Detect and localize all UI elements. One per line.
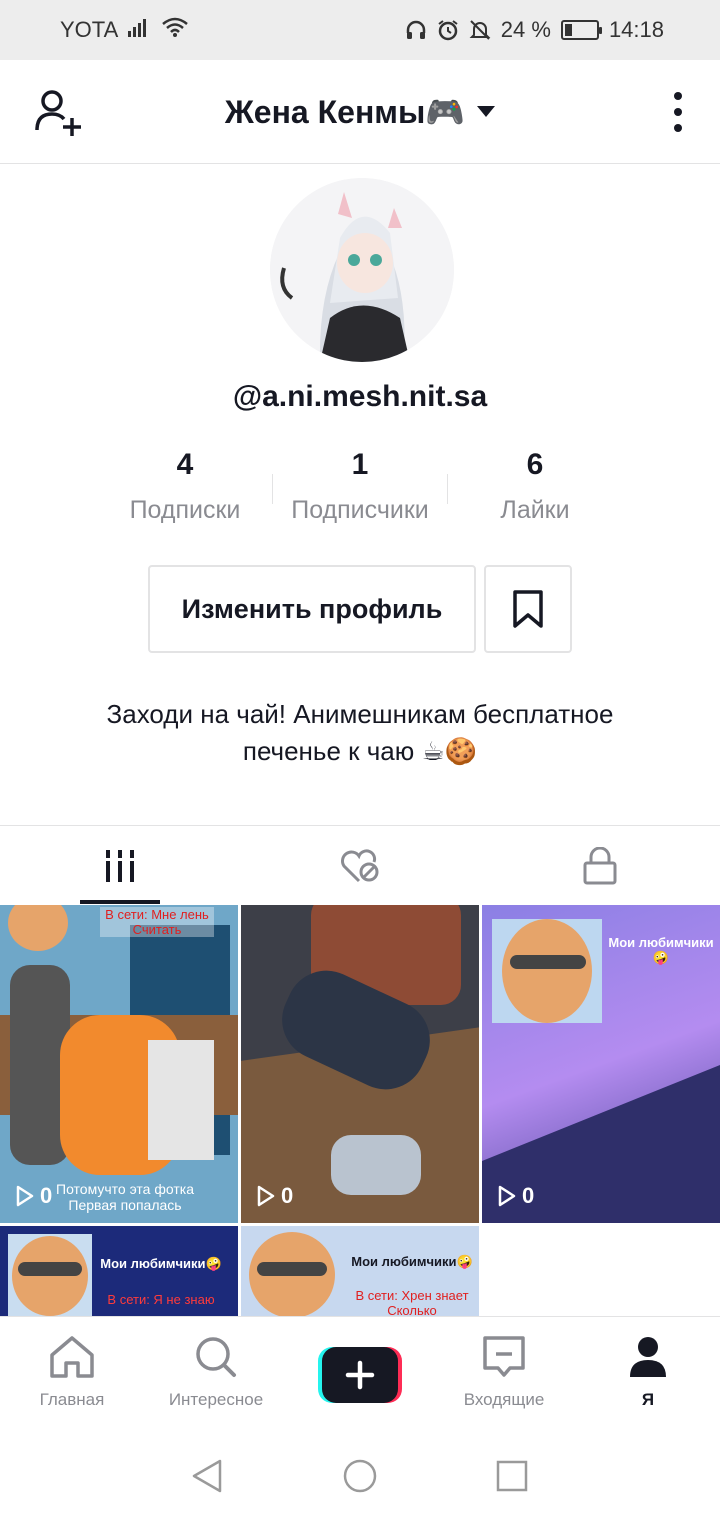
video-caption: В сети: Я не знаю <box>107 1292 215 1307</box>
tab-videos[interactable] <box>0 826 240 906</box>
nav-home[interactable]: Главная <box>0 1335 144 1410</box>
bottom-navigation: Главная Интересное Входящие Я <box>0 1316 720 1432</box>
alarm-icon <box>437 19 459 41</box>
video-caption: Мои любимчики🤪 <box>608 935 714 965</box>
add-user-icon[interactable] <box>34 88 86 136</box>
stat-following[interactable]: 4 Подписки <box>95 448 275 525</box>
play-icon <box>498 1185 516 1207</box>
stat-followers[interactable]: 1 Подписчики <box>270 448 450 525</box>
nav-profile[interactable]: Я <box>576 1335 720 1410</box>
back-icon[interactable] <box>190 1458 224 1499</box>
battery-icon <box>560 20 602 40</box>
carrier-label: YOTA <box>60 17 119 42</box>
content-tabs <box>0 825 720 905</box>
stat-value: 1 <box>351 448 369 481</box>
profile-icon <box>630 1337 666 1377</box>
view-count-value: 0 <box>522 1183 535 1208</box>
profile-stats: 4 Подписки 1 Подписчики 6 Лайки <box>0 448 720 528</box>
video-caption: Мои любимчики🤪 <box>100 1256 222 1271</box>
active-tab-indicator <box>80 900 160 904</box>
home-circle-icon[interactable] <box>342 1458 378 1499</box>
favorites-button[interactable] <box>484 565 572 653</box>
profile-header: Жена Кенмы🎮 <box>0 60 720 164</box>
status-bar: YOTA 24 % 14:18 <box>0 0 720 60</box>
account-switcher[interactable]: Жена Кенмы🎮 <box>224 93 496 131</box>
wifi-icon <box>162 17 189 43</box>
nav-inbox[interactable]: Входящие <box>432 1335 576 1410</box>
caret-down-icon <box>477 106 496 117</box>
profile-bio: Заходи на чай! Анимешникам бесплатное пе… <box>40 696 680 770</box>
view-count: 0 <box>498 1183 534 1209</box>
lock-icon <box>583 847 617 885</box>
nav-discover[interactable]: Интересное <box>144 1335 288 1410</box>
battery-percent: 24 % <box>500 17 551 42</box>
tab-private[interactable] <box>480 826 720 906</box>
bio-line: печенье к чаю ☕🍪 <box>242 736 478 766</box>
nav-label: Я <box>641 1390 655 1409</box>
nav-label: Интересное <box>168 1390 264 1409</box>
play-icon <box>16 1185 34 1207</box>
video-thumbnail[interactable]: 0 <box>241 905 479 1223</box>
play-icon <box>257 1185 275 1207</box>
page-title: Жена Кенмы🎮 <box>224 93 466 130</box>
bio-line: Заходи на чай! Анимешникам бесплатное <box>106 699 614 729</box>
stat-label: Подписки <box>129 496 241 524</box>
search-icon <box>196 1337 236 1377</box>
video-thumbnail[interactable]: Мои любимчики🤪 0 <box>482 905 720 1223</box>
clock: 14:18 <box>608 17 664 42</box>
video-thumbnail[interactable]: Мои любимчики🤪 В сети: Хрен знает Скольк… <box>241 1226 479 1316</box>
nav-label: Главная <box>39 1390 105 1409</box>
avatar[interactable] <box>270 178 454 362</box>
grid-icon <box>106 850 134 882</box>
stat-likes[interactable]: 6 Лайки <box>445 448 625 525</box>
stat-value: 6 <box>526 448 544 481</box>
video-caption: В сети: Мне лень Считать <box>100 907 214 937</box>
create-icon <box>318 1347 402 1403</box>
video-caption: Потомучто эта фотка Первая попалась <box>40 1181 210 1213</box>
view-count-value: 0 <box>40 1183 53 1208</box>
bookmark-icon <box>513 590 543 628</box>
home-icon <box>50 1336 94 1378</box>
signal-icon <box>128 17 152 43</box>
view-count: 0 <box>16 1183 52 1209</box>
inbox-icon <box>483 1336 525 1377</box>
video-thumbnail[interactable]: В сети: Мне лень Считать Потомучто эта ф… <box>0 905 238 1223</box>
video-caption: В сети: Хрен знает Сколько <box>355 1288 469 1316</box>
headphones-icon <box>405 19 427 41</box>
view-count-value: 0 <box>281 1183 294 1208</box>
stat-value: 4 <box>176 448 194 481</box>
more-vertical-icon[interactable] <box>666 90 690 134</box>
caption-line: Первая попалась <box>68 1197 182 1213</box>
mute-icon <box>469 19 491 41</box>
tab-liked[interactable] <box>240 826 480 906</box>
username: @a.ni.mesh.nit.sa <box>232 380 488 413</box>
view-count: 0 <box>257 1183 293 1209</box>
liked-icon <box>341 849 379 883</box>
caption-line: Потомучто эта фотка <box>56 1181 194 1197</box>
stat-label: Подписчики <box>291 496 429 524</box>
video-caption: Мои любимчики🤪 <box>351 1254 473 1269</box>
nav-label: Входящие <box>463 1390 545 1409</box>
create-button[interactable] <box>318 1347 402 1403</box>
stat-label: Лайки <box>500 496 570 524</box>
video-thumbnail[interactable]: Мои любимчики🤪 В сети: Я не знаю <box>0 1226 238 1316</box>
recents-icon[interactable] <box>496 1458 528 1499</box>
edit-profile-button[interactable]: Изменить профиль <box>148 565 476 653</box>
system-navigation <box>0 1432 720 1520</box>
